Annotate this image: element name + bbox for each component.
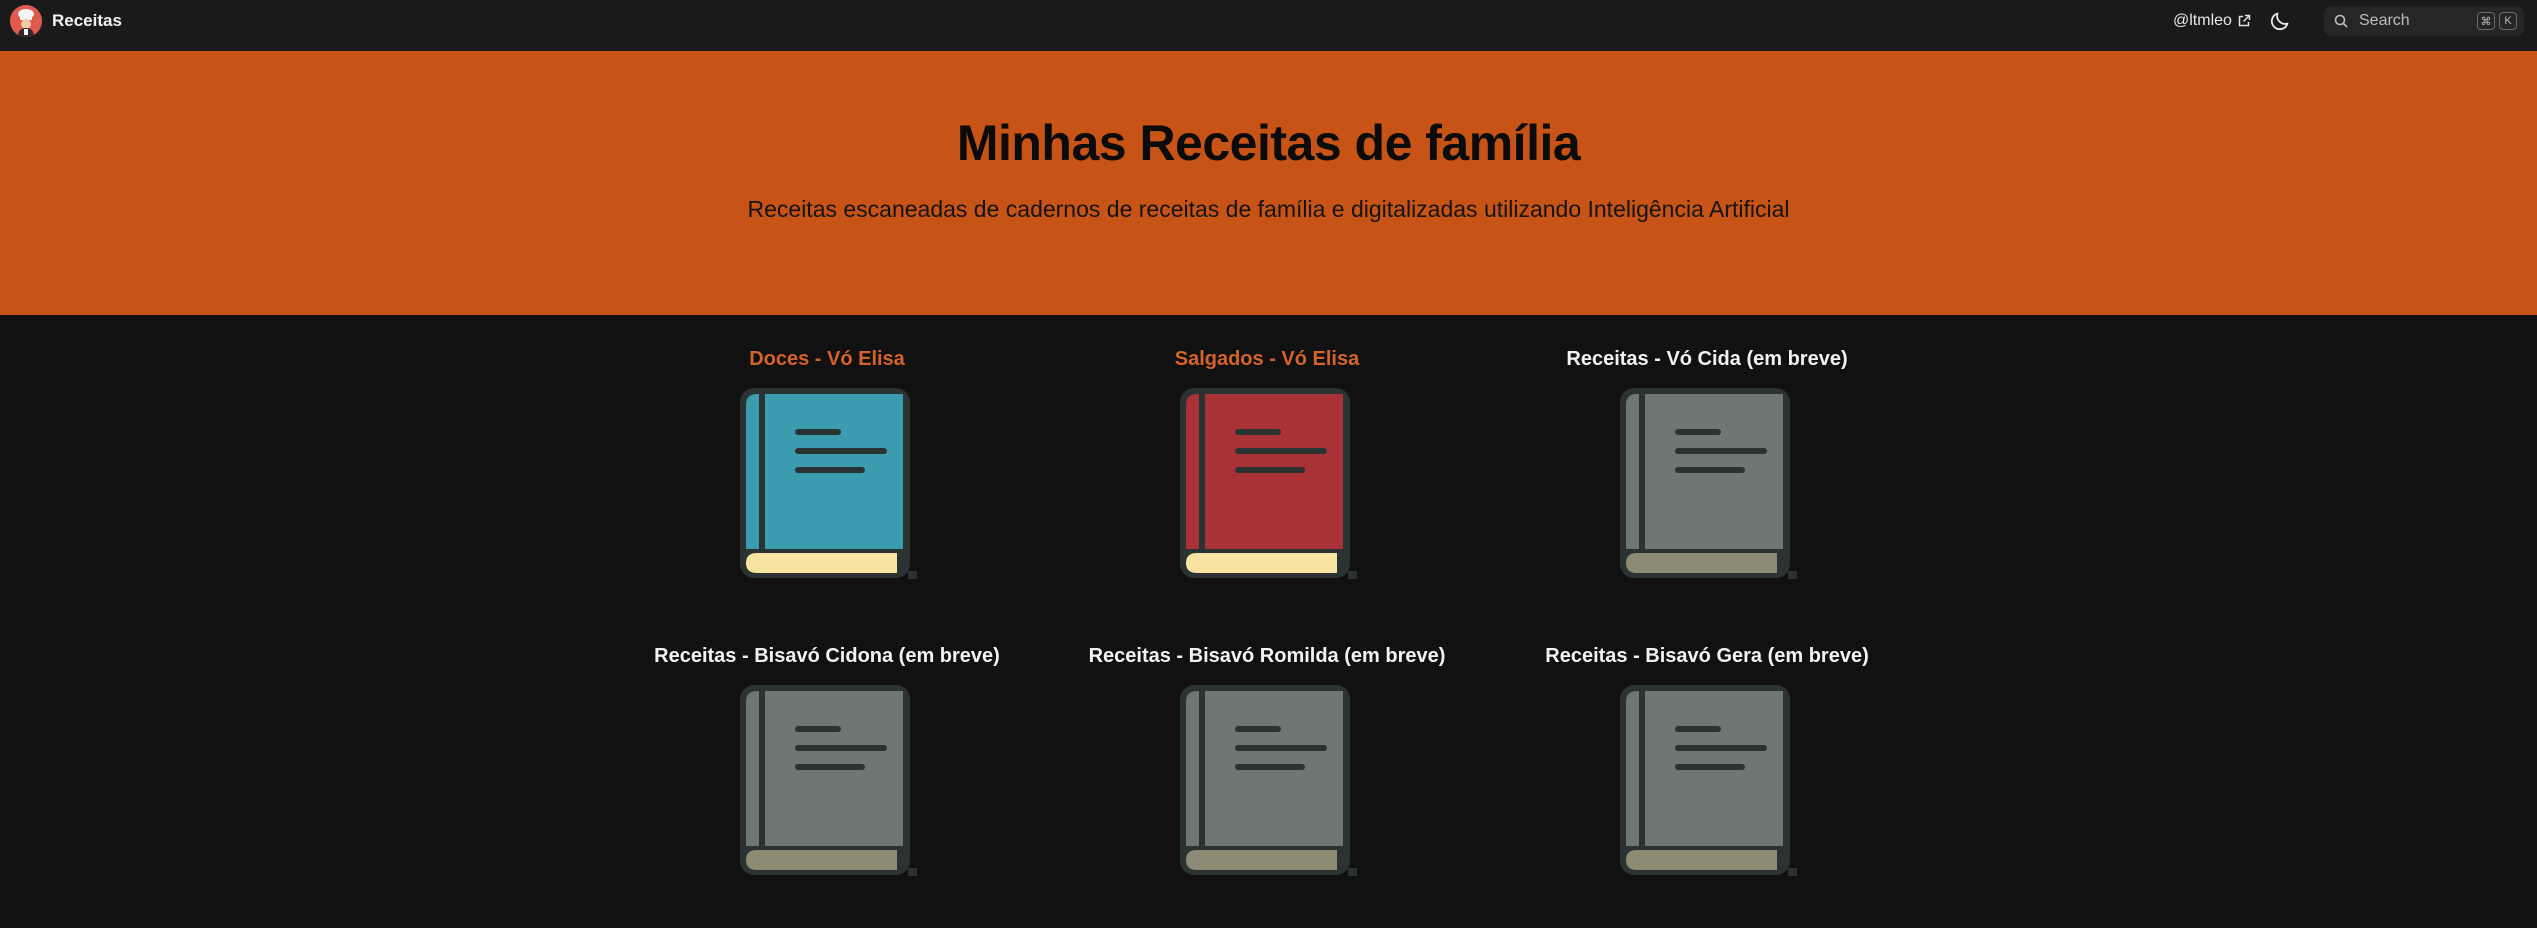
book-title: Receitas - Bisavó Romilda (em breve) (1088, 645, 1446, 667)
search-input[interactable]: Search ⌘ K (2324, 6, 2524, 36)
book-card-bisavo-gera[interactable]: Receitas - Bisavó Gera (em breve) (1487, 642, 1927, 882)
profile-link-label: @ltmleo (2173, 12, 2232, 29)
shortcut-key-cmd: ⌘ (2477, 12, 2495, 30)
book-icon (737, 682, 917, 882)
brand-name: Receitas (52, 11, 122, 30)
book-title: Receitas - Vó Cida (em breve) (1566, 348, 1848, 370)
book-title: Receitas - Bisavó Cidona (em breve) (654, 645, 1000, 667)
book-icon (737, 385, 917, 585)
book-card-vo-cida[interactable]: Receitas - Vó Cida (em breve) (1487, 345, 1927, 585)
page-subtitle: Receitas escaneadas de cadernos de recei… (747, 196, 1790, 222)
book-icon (1617, 385, 1797, 585)
chef-avatar-icon (10, 5, 42, 37)
moon-icon (2268, 12, 2292, 37)
search-icon (2334, 14, 2348, 28)
book-card-salgados-vo-elisa[interactable]: Salgados - Vó Elisa (1047, 345, 1487, 585)
book-icon (1617, 682, 1797, 882)
search-placeholder: Search (2359, 12, 2410, 29)
shortcut-key-k: K (2499, 12, 2517, 30)
book-icon (1177, 385, 1357, 585)
book-title: Salgados - Vó Elisa (1174, 348, 1360, 370)
external-link-icon (2237, 14, 2251, 28)
book-icon (1177, 682, 1357, 882)
page-title: Minhas Receitas de família (956, 115, 1581, 171)
top-navbar: Receitas @ltmleo Search ⌘ K (0, 0, 2537, 50)
book-title: Doces - Vó Elisa (749, 348, 905, 370)
book-card-doces-vo-elisa[interactable]: Doces - Vó Elisa (607, 345, 1047, 585)
book-card-bisavo-romilda[interactable]: Receitas - Bisavó Romilda (em breve) (1047, 642, 1487, 882)
theme-toggle-button[interactable] (2268, 9, 2292, 33)
book-card-bisavo-cidona[interactable]: Receitas - Bisavó Cidona (em breve) (607, 642, 1047, 882)
hero-banner: Minhas Receitas de família Receitas esca… (0, 51, 2537, 315)
github-profile-link[interactable]: @ltmleo (2173, 10, 2251, 32)
brand-home-link[interactable]: Receitas (10, 5, 122, 37)
book-title: Receitas - Bisavó Gera (em breve) (1545, 645, 1869, 667)
